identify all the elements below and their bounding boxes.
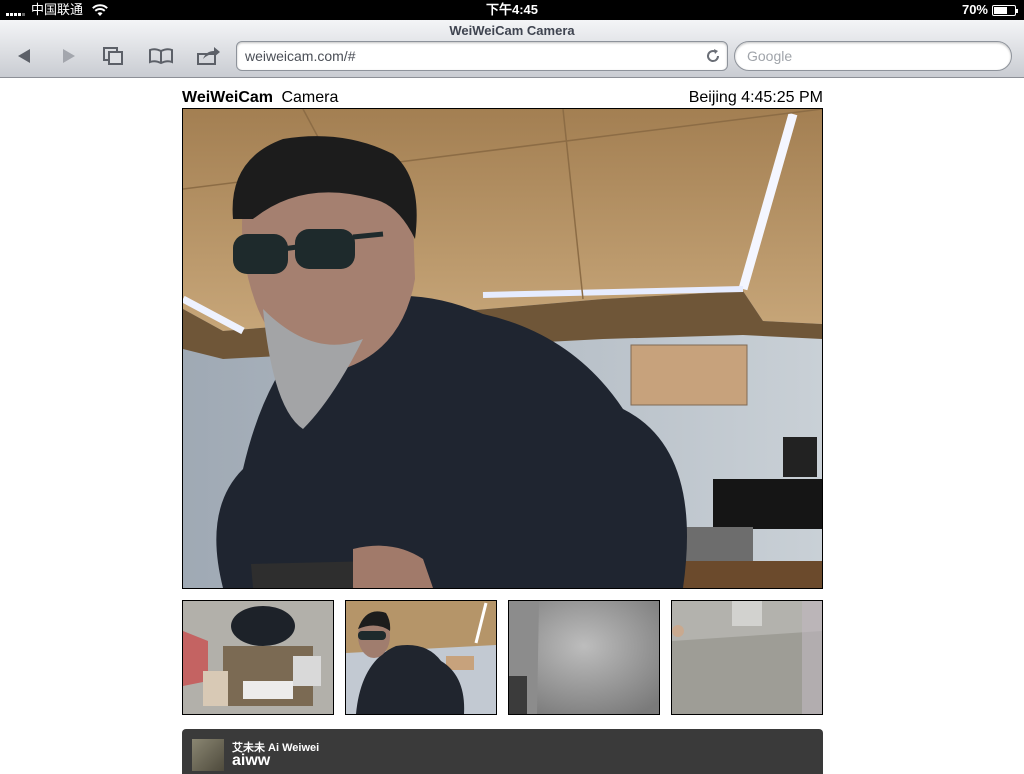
forward-arrow-icon — [63, 49, 75, 63]
back-arrow-icon — [18, 49, 30, 63]
brand-name: WeiWeiCam — [182, 89, 273, 106]
share-button[interactable] — [195, 44, 223, 68]
battery-percent: 70% — [961, 2, 988, 17]
camera-header: WeiWeiCam Camera Beijing 4:45:25 PM — [182, 89, 823, 107]
forward-button[interactable] — [55, 44, 83, 68]
battery-icon — [992, 4, 1018, 16]
url-field[interactable]: weiweicam.com/# — [236, 41, 728, 71]
camera-thumbnail-2-image — [346, 601, 496, 714]
search-placeholder: Google — [747, 48, 793, 64]
status-right: 70% — [961, 0, 1018, 20]
camera-thumbnail-3-image — [509, 601, 659, 714]
page-title: WeiWeiCam Camera — [449, 23, 575, 38]
bookmarks-button[interactable] — [147, 44, 175, 68]
search-input[interactable]: Google — [734, 41, 1012, 71]
battery-fill — [994, 6, 1008, 14]
avatar[interactable] — [192, 739, 224, 771]
beijing-clock: Beijing 4:45:25 PM — [688, 89, 823, 106]
camera-thumbnail-1[interactable] — [182, 600, 334, 715]
pages-icon — [103, 47, 123, 65]
browser-toolbar: WeiWeiCam Camera weiweicam.com/# Google — [0, 20, 1024, 78]
camera-thumbnail-2[interactable] — [345, 600, 497, 715]
back-button[interactable] — [10, 44, 38, 68]
twitter-feed-box: 艾未未 Ai Weiwei aiww — [182, 729, 823, 774]
status-time: 下午4:45 — [485, 2, 539, 17]
main-camera-image — [183, 109, 822, 588]
url-text: weiweicam.com/# — [245, 48, 356, 64]
reload-icon[interactable] — [705, 48, 721, 64]
brand-subtitle: Camera — [281, 89, 339, 106]
main-camera-view[interactable] — [182, 108, 823, 589]
camera-thumbnail-4[interactable] — [671, 600, 823, 715]
share-icon — [197, 47, 220, 65]
feed-user-handle[interactable]: aiww — [232, 752, 270, 770]
pages-button[interactable] — [99, 44, 127, 68]
bookmarks-icon — [149, 48, 173, 65]
camera-thumbnail-1-image — [183, 601, 333, 714]
status-bar: 中国联通 下午4:45 70% — [0, 0, 1024, 20]
camera-thumbnail-3[interactable] — [508, 600, 660, 715]
camera-thumbnail-4-image — [672, 601, 822, 714]
